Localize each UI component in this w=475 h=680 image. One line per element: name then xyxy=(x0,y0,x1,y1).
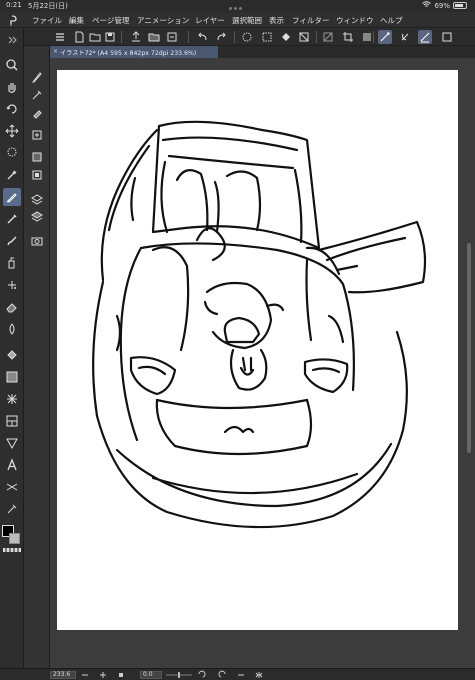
undo-icon[interactable] xyxy=(196,30,210,44)
select-all-icon[interactable] xyxy=(260,30,274,44)
zoom-out-icon[interactable] xyxy=(80,670,90,680)
rotate-left-icon[interactable] xyxy=(196,670,206,680)
pencil-icon[interactable] xyxy=(3,210,21,228)
eyedropper-icon[interactable] xyxy=(3,166,21,184)
open-folder-icon[interactable] xyxy=(147,30,161,44)
sub-color-swatch[interactable] xyxy=(9,533,20,544)
zoom-field[interactable]: 233.6 xyxy=(50,671,76,679)
dot-icon[interactable] xyxy=(3,390,21,408)
export-icon[interactable] xyxy=(129,30,143,44)
menu-filter[interactable]: フィルター xyxy=(292,15,329,26)
layer-icon[interactable] xyxy=(28,190,46,208)
layer-stack-icon[interactable] xyxy=(28,208,46,226)
reset-rotation-icon[interactable] xyxy=(236,670,246,680)
save-copy-icon[interactable] xyxy=(165,30,179,44)
crop-icon[interactable] xyxy=(341,30,355,44)
redo-icon[interactable] xyxy=(214,30,228,44)
pen-icon[interactable] xyxy=(3,188,21,206)
rotation-slider-knob[interactable] xyxy=(178,672,180,678)
menu-edit[interactable]: 編集 xyxy=(69,15,84,26)
airbrush-icon[interactable] xyxy=(3,254,21,272)
tool-palette xyxy=(0,28,24,668)
menu-animation[interactable]: アニメーション xyxy=(137,15,189,26)
flip-icon[interactable] xyxy=(254,670,264,680)
command-bar xyxy=(0,28,475,46)
fill-icon[interactable] xyxy=(279,30,293,44)
layer-move-icon[interactable] xyxy=(28,86,46,104)
deselect-icon[interactable] xyxy=(321,30,335,44)
transform-icon[interactable] xyxy=(297,30,311,44)
menu-bar: ファイル 編集 ページ管理 アニメーション レイヤー 選択範囲 表示 フィルター… xyxy=(0,12,475,28)
invert-selection-icon[interactable] xyxy=(360,30,374,44)
menu-icon[interactable] xyxy=(53,30,67,44)
menu-window[interactable]: ウィンドウ xyxy=(336,15,374,26)
snap-grid-icon[interactable] xyxy=(418,30,432,44)
fill-bucket-icon[interactable] xyxy=(3,346,21,364)
camera-icon[interactable] xyxy=(28,232,46,250)
ruler-icon[interactable] xyxy=(3,434,21,452)
navigator-bar: 233.6 0.0 xyxy=(0,668,475,680)
zoom-in-icon[interactable] xyxy=(98,670,108,680)
open-icon[interactable] xyxy=(88,30,102,44)
document-tab-bar: × イラスト72* (A4 595 x 842px 72dpi 233.6%) xyxy=(50,46,475,58)
menu-selection[interactable]: 選択範囲 xyxy=(232,15,262,26)
car-line-drawing xyxy=(92,120,427,529)
wifi-icon xyxy=(422,1,432,10)
layer-property-icon[interactable] xyxy=(28,148,46,166)
battery-percent: 69% xyxy=(434,1,450,10)
sub-tool-palette xyxy=(24,46,50,668)
mask-icon[interactable] xyxy=(28,166,46,184)
multitask-grip-icon[interactable] xyxy=(229,4,245,10)
canvas-area[interactable] xyxy=(50,58,475,668)
layer-add-icon[interactable] xyxy=(28,126,46,144)
menu-file[interactable]: ファイル xyxy=(32,15,62,26)
snap-ruler-icon[interactable] xyxy=(378,30,392,44)
menu-layer[interactable]: レイヤー xyxy=(195,15,225,26)
snap-special-icon[interactable] xyxy=(398,30,412,44)
save-icon[interactable] xyxy=(103,30,117,44)
rotate-icon[interactable] xyxy=(3,100,21,118)
hand-icon[interactable] xyxy=(3,78,21,96)
rotate-right-icon[interactable] xyxy=(218,670,228,680)
layer-select-icon[interactable] xyxy=(28,104,46,122)
new-file-icon[interactable] xyxy=(72,30,86,44)
drawing-canvas[interactable] xyxy=(57,70,458,630)
gradient-icon[interactable] xyxy=(3,368,21,386)
rotation-slider[interactable] xyxy=(166,672,192,678)
balloon-icon[interactable] xyxy=(3,478,21,496)
fit-icon[interactable] xyxy=(116,670,126,680)
text-icon[interactable] xyxy=(3,456,21,474)
clear-icon[interactable] xyxy=(240,30,254,44)
lasso-icon[interactable] xyxy=(3,144,21,162)
status-date: 5月22日(日) xyxy=(28,2,68,10)
brush-icon[interactable] xyxy=(3,232,21,250)
correction-icon[interactable] xyxy=(3,500,21,518)
subtool-icon[interactable] xyxy=(28,68,46,86)
battery-icon xyxy=(453,2,467,9)
zoom-icon[interactable] xyxy=(3,56,21,74)
battery-indicator: 69% xyxy=(422,1,467,10)
collapse-icon[interactable] xyxy=(3,31,21,49)
document-tab[interactable]: × イラスト72* (A4 595 x 842px 72dpi 233.6%) xyxy=(50,46,218,58)
move-icon[interactable] xyxy=(3,122,21,140)
eraser-icon[interactable] xyxy=(3,298,21,316)
scroll-thumb[interactable] xyxy=(467,243,471,453)
menu-view[interactable]: 表示 xyxy=(269,15,284,26)
menu-page[interactable]: ページ管理 xyxy=(92,15,129,26)
layer-ruler-icon[interactable] xyxy=(440,30,454,44)
tab-title: イラスト72* (A4 595 x 842px 72dpi 233.6%) xyxy=(60,50,197,57)
status-time: 0:21 xyxy=(6,1,22,9)
menu-help[interactable]: ヘルプ xyxy=(380,15,403,26)
vertical-scrollbar[interactable] xyxy=(466,58,472,668)
decoration-icon[interactable] xyxy=(3,276,21,294)
rotation-field[interactable]: 0.0 xyxy=(140,671,162,679)
blend-icon[interactable] xyxy=(3,320,21,338)
app-logo-icon[interactable] xyxy=(6,14,18,26)
status-bar: 0:21 5月22日(日) 69% xyxy=(0,0,475,12)
transparent-color-swatch[interactable] xyxy=(3,548,21,552)
tab-close-icon[interactable]: × xyxy=(53,48,58,55)
frame-icon[interactable] xyxy=(3,412,21,430)
